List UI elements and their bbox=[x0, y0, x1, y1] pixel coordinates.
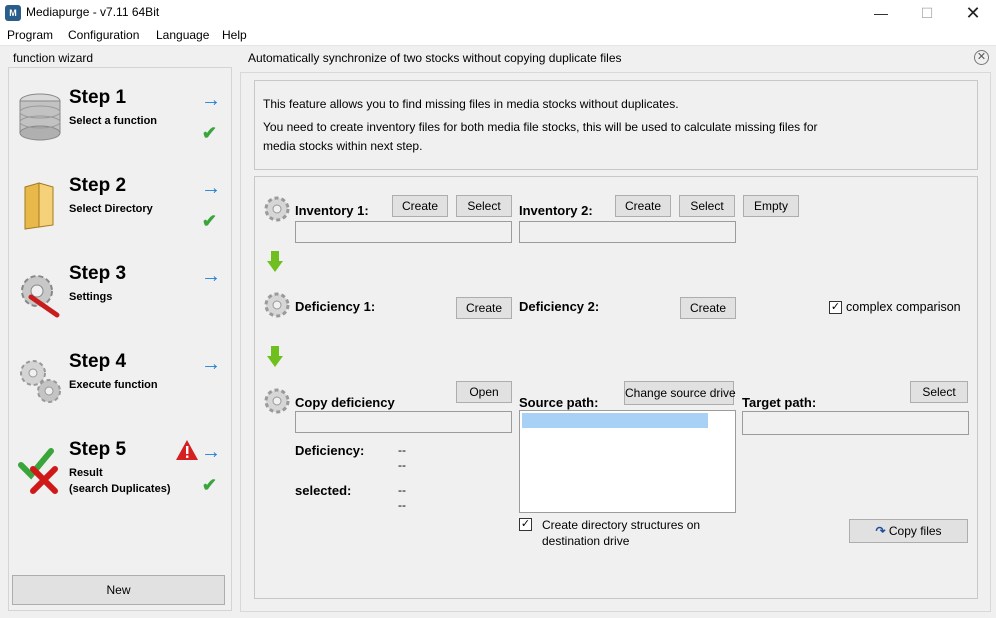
step-4-title: Step 4 bbox=[69, 351, 127, 372]
deficiency-size-value: -- bbox=[398, 458, 406, 472]
database-icon bbox=[19, 93, 61, 141]
step-2-title: Step 2 bbox=[69, 175, 127, 196]
selected-count-label: selected: bbox=[295, 483, 352, 498]
maximize-button[interactable]: ☐ bbox=[904, 0, 950, 26]
menu-bar: Program Configuration Language Help bbox=[0, 26, 996, 46]
arrow-right-icon: → bbox=[201, 353, 221, 375]
inventory-2-select-button[interactable]: Select bbox=[679, 195, 735, 217]
complex-comparison-label: complex comparison bbox=[846, 300, 961, 314]
selected-size-value: -- bbox=[398, 498, 406, 512]
arrow-down-icon bbox=[267, 346, 283, 367]
step-2-subtitle: Select Directory bbox=[69, 203, 153, 215]
info-box: This feature allows you to find missing … bbox=[254, 80, 978, 170]
arrow-down-icon bbox=[267, 251, 283, 272]
create-directory-label-line1: Create directory structures on bbox=[542, 518, 701, 532]
inventory-1-field[interactable] bbox=[295, 221, 512, 243]
new-button[interactable]: New bbox=[12, 575, 225, 605]
refresh-icon: ↷ bbox=[875, 524, 886, 538]
gear-icon bbox=[264, 292, 290, 318]
menu-help[interactable]: Help bbox=[222, 28, 247, 42]
step-5[interactable]: Step 5 Result (search Duplicates) → ✔ bbox=[13, 439, 225, 519]
wizard-title: function wizard bbox=[13, 51, 94, 65]
source-path-selected-item[interactable] bbox=[522, 413, 708, 428]
checkmark-icon: ✔ bbox=[201, 475, 217, 495]
close-panel-icon[interactable]: ✕ bbox=[974, 50, 989, 65]
source-path-list[interactable] bbox=[519, 410, 736, 513]
deficiency-1-label: Deficiency 1: bbox=[295, 299, 376, 314]
inventory-2-empty-button[interactable]: Empty bbox=[743, 195, 799, 217]
arrow-right-icon: → bbox=[201, 265, 221, 287]
arrow-right-icon: → bbox=[201, 441, 221, 463]
check-cross-icon bbox=[18, 448, 58, 494]
create-directory-label: Create directory structures on destinati… bbox=[542, 517, 700, 549]
copy-deficiency-label: Copy deficiency bbox=[295, 395, 395, 410]
target-path-label: Target path: bbox=[742, 395, 817, 410]
info-line-1: This feature allows you to find missing … bbox=[263, 97, 679, 111]
inventory-1-label: Inventory 1: bbox=[295, 203, 369, 218]
step-3-title: Step 3 bbox=[69, 263, 127, 284]
deficiency-count-label: Deficiency: bbox=[295, 443, 365, 458]
function-wizard-panel: function wizard Step 1 Select a function… bbox=[5, 47, 232, 611]
gears-icon bbox=[20, 360, 61, 403]
selected-count-value: -- bbox=[398, 483, 406, 497]
inventory-1-select-button[interactable]: Select bbox=[456, 195, 512, 217]
info-line-2: You need to create inventory files for b… bbox=[263, 120, 818, 134]
copy-files-button[interactable]: ↷ Copy files bbox=[849, 519, 968, 543]
inventory-2-field[interactable] bbox=[519, 221, 736, 243]
menu-language[interactable]: Language bbox=[156, 28, 209, 42]
complex-comparison-checkbox[interactable]: ✓ bbox=[829, 301, 842, 314]
target-path-field[interactable] bbox=[742, 411, 969, 435]
folder-icon bbox=[24, 182, 54, 230]
minimize-button[interactable]: — bbox=[858, 0, 904, 26]
copy-files-label: Copy files bbox=[888, 524, 942, 538]
inventory-2-label: Inventory 2: bbox=[519, 203, 593, 218]
step-5-subtitle-line1: Result bbox=[69, 467, 103, 479]
step-5-subtitle-line2: (search Duplicates) bbox=[69, 483, 171, 495]
settings-wrench-icon bbox=[21, 275, 60, 318]
step-1-title: Step 1 bbox=[69, 87, 127, 108]
copy-deficiency-field[interactable] bbox=[295, 411, 512, 433]
menu-program[interactable]: Program bbox=[7, 28, 53, 42]
app-icon: M bbox=[5, 5, 21, 21]
checkmark-icon: ✔ bbox=[201, 211, 217, 231]
step-4[interactable]: Step 4 Execute function → bbox=[13, 351, 225, 431]
create-directory-checkbox[interactable]: ✓ bbox=[519, 518, 532, 531]
gear-icon bbox=[264, 196, 290, 222]
gear-icon bbox=[264, 388, 290, 414]
copy-deficiency-open-button[interactable]: Open bbox=[456, 381, 512, 403]
arrow-right-icon: → bbox=[201, 177, 221, 199]
source-path-label: Source path: bbox=[519, 395, 599, 410]
inventory-2-create-button[interactable]: Create bbox=[615, 195, 671, 217]
deficiency-1-create-button[interactable]: Create bbox=[456, 297, 512, 319]
step-1-subtitle: Select a function bbox=[69, 115, 158, 127]
page-title: Automatically synchronize of two stocks … bbox=[248, 51, 622, 65]
close-button[interactable]: ✕ bbox=[950, 0, 996, 26]
step-5-subtitle: Result (search Duplicates) bbox=[69, 465, 170, 497]
step-4-subtitle: Execute function bbox=[69, 379, 158, 391]
change-source-drive-button[interactable]: Change source drive bbox=[624, 381, 736, 405]
target-path-select-button[interactable]: Select bbox=[910, 381, 968, 403]
arrow-right-icon: → bbox=[201, 89, 221, 111]
warning-icon bbox=[176, 440, 198, 460]
deficiency-count-value: -- bbox=[398, 443, 406, 457]
window-title: Mediapurge - v7.11 64Bit bbox=[26, 5, 160, 19]
title-bar: M Mediapurge - v7.11 64Bit — ☐ ✕ bbox=[0, 0, 996, 26]
create-directory-label-line2: destination drive bbox=[542, 534, 630, 548]
step-3-subtitle: Settings bbox=[69, 291, 113, 303]
step-1[interactable]: Step 1 Select a function → ✔ bbox=[13, 87, 225, 167]
info-line-3: media stocks within next step. bbox=[263, 139, 423, 153]
deficiency-2-label: Deficiency 2: bbox=[519, 299, 600, 314]
checkmark-icon: ✔ bbox=[201, 123, 217, 143]
step-3[interactable]: Step 3 Settings → bbox=[13, 263, 225, 343]
step-2[interactable]: Step 2 Select Directory → ✔ bbox=[13, 175, 225, 255]
deficiency-2-create-button[interactable]: Create bbox=[680, 297, 736, 319]
inventory-1-create-button[interactable]: Create bbox=[392, 195, 448, 217]
step-5-title: Step 5 bbox=[69, 439, 127, 460]
menu-configuration[interactable]: Configuration bbox=[68, 28, 139, 42]
